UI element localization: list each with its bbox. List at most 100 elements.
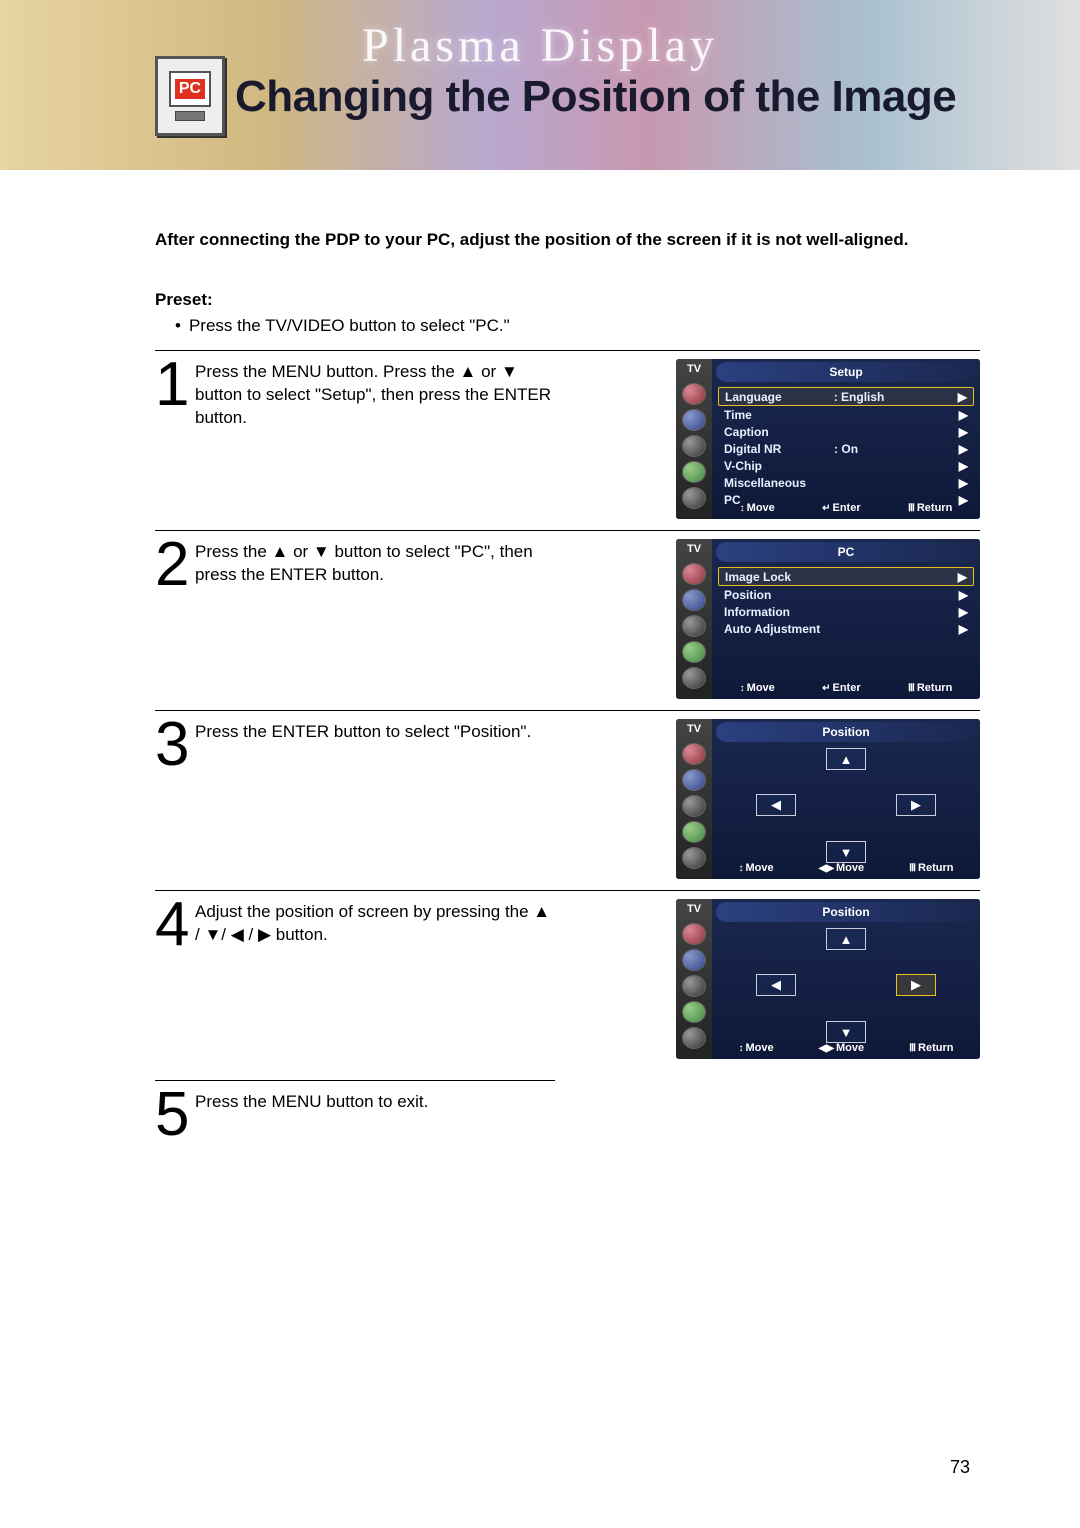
osd-sidebar-label: TV <box>687 543 701 555</box>
position-left-button[interactable]: ◀ <box>756 794 796 816</box>
position-up-button[interactable]: ▲ <box>826 748 866 770</box>
step-number: 2 <box>155 537 195 698</box>
osd-sidebar: TV <box>676 719 712 879</box>
intro-text: After connecting the PDP to your PC, adj… <box>155 230 980 250</box>
osd-pc-screenshot: TV PC Image Lock▶ Position▶ Information▶… <box>676 539 980 699</box>
step-text: Press the ENTER button to select "Positi… <box>195 717 531 878</box>
return-icon: Ⅲ <box>908 683 915 694</box>
content-area: After connecting the PDP to your PC, adj… <box>0 170 1080 1160</box>
leftright-icon: ◀▶ <box>819 1043 834 1054</box>
osd-title: PC <box>716 542 976 562</box>
osd-sidebar-icon <box>682 1027 706 1049</box>
osd-sidebar-icon <box>682 461 706 483</box>
up-icon: ▲ <box>840 932 853 947</box>
enter-icon: ↵ <box>822 503 830 514</box>
position-right-button[interactable]: ▶ <box>896 974 936 996</box>
osd-main: PC Image Lock▶ Position▶ Information▶ Au… <box>712 539 980 699</box>
position-left-button[interactable]: ◀ <box>756 974 796 996</box>
updown-icon: ↕ <box>740 503 745 514</box>
osd-row-auto-adjust[interactable]: Auto Adjustment▶ <box>718 620 974 637</box>
osd-sidebar-icon <box>682 949 706 971</box>
return-icon: Ⅲ <box>909 863 916 874</box>
osd-sidebar-icon <box>682 847 706 869</box>
osd-sidebar-label: TV <box>687 363 701 375</box>
osd-sidebar-icon <box>682 383 706 405</box>
osd-sidebar-label: TV <box>687 723 701 735</box>
return-icon: Ⅲ <box>909 1043 916 1054</box>
left-icon: ◀ <box>771 797 781 813</box>
osd-sidebar-icon <box>682 795 706 817</box>
step-text: Adjust the position of screen by pressin… <box>195 897 555 1058</box>
down-icon: ▼ <box>840 1025 853 1040</box>
updown-icon: ↕ <box>739 1043 744 1054</box>
osd-sidebar-icon <box>682 923 706 945</box>
osd-row-language[interactable]: Language: English▶ <box>718 387 974 406</box>
osd-setup-screenshot: TV Setup Language: English▶ Time▶ Captio… <box>676 359 980 519</box>
osd-row-image-lock[interactable]: Image Lock▶ <box>718 567 974 586</box>
preset-heading: Preset: <box>155 290 980 310</box>
osd-sidebar: TV <box>676 539 712 699</box>
down-icon: ▼ <box>840 845 853 860</box>
osd-main: Setup Language: English▶ Time▶ Caption▶ … <box>712 359 980 519</box>
step-number: 1 <box>155 357 195 518</box>
osd-sidebar: TV <box>676 899 712 1059</box>
right-icon: ▶ <box>911 977 921 993</box>
pc-badge: PC <box>175 79 205 99</box>
osd-sidebar: TV <box>676 359 712 519</box>
page-number: 73 <box>950 1457 970 1478</box>
page-title: Changing the Position of the Image <box>235 72 956 122</box>
preset-text: Press the TV/VIDEO button to select "PC.… <box>189 316 510 336</box>
position-pad: ▲ ▼ ◀ ▶ <box>756 748 936 863</box>
up-icon: ▲ <box>840 752 853 767</box>
left-icon: ◀ <box>771 977 781 993</box>
osd-title: Position <box>716 722 976 742</box>
pc-base-icon <box>175 111 205 121</box>
step-2: 2 Press the ▲ or ▼ button to select "PC"… <box>155 530 980 710</box>
osd-sidebar-icon <box>682 975 706 997</box>
step-4: 4 Adjust the position of screen by press… <box>155 890 980 1070</box>
osd-row-misc[interactable]: Miscellaneous▶ <box>718 474 974 491</box>
osd-sidebar-icon <box>682 1001 706 1023</box>
osd-sidebar-icon <box>682 641 706 663</box>
osd-row-digital-nr[interactable]: Digital NR: On▶ <box>718 440 974 457</box>
osd-sidebar-icon <box>682 821 706 843</box>
preset-instruction: • Press the TV/VIDEO button to select "P… <box>175 316 980 336</box>
position-right-button[interactable]: ▶ <box>896 794 936 816</box>
updown-icon: ↕ <box>739 863 744 874</box>
right-icon: ▶ <box>911 797 921 813</box>
bullet-icon: • <box>175 316 181 336</box>
leftright-icon: ◀▶ <box>819 863 834 874</box>
return-icon: Ⅲ <box>908 503 915 514</box>
osd-sidebar-label: TV <box>687 903 701 915</box>
osd-row-vchip[interactable]: V-Chip▶ <box>718 457 974 474</box>
osd-footer: ↕Move ↵Enter ⅢReturn <box>712 499 980 517</box>
osd-sidebar-icon <box>682 435 706 457</box>
osd-title: Setup <box>716 362 976 382</box>
position-pad: ▲ ▼ ◀ ▶ <box>756 928 936 1043</box>
osd-sidebar-icon <box>682 409 706 431</box>
osd-row-time[interactable]: Time▶ <box>718 406 974 423</box>
osd-row-caption[interactable]: Caption▶ <box>718 423 974 440</box>
osd-sidebar-icon <box>682 589 706 611</box>
step-number: 5 <box>155 1087 195 1148</box>
step-3: 3 Press the ENTER button to select "Posi… <box>155 710 980 890</box>
osd-sidebar-icon <box>682 563 706 585</box>
osd-menu-list: Image Lock▶ Position▶ Information▶ Auto … <box>712 565 980 639</box>
osd-row-position[interactable]: Position▶ <box>718 586 974 603</box>
osd-footer: ↕Move ◀▶Move ⅢReturn <box>712 859 980 877</box>
step-text: Press the MENU button. Press the ▲ or ▼ … <box>195 357 555 518</box>
step-1: 1 Press the MENU button. Press the ▲ or … <box>155 350 980 530</box>
osd-main: Position ▲ ▼ ◀ ▶ ↕Move ◀▶Move ⅢReturn <box>712 719 980 879</box>
osd-position-screenshot: TV Position ▲ ▼ ◀ ▶ ↕Move ◀▶Move ⅢRe <box>676 899 980 1059</box>
osd-footer: ↕Move ↵Enter ⅢReturn <box>712 679 980 697</box>
osd-row-information[interactable]: Information▶ <box>718 603 974 620</box>
pc-source-icon: PC <box>155 56 225 136</box>
position-up-button[interactable]: ▲ <box>826 928 866 950</box>
osd-sidebar-icon <box>682 769 706 791</box>
osd-sidebar-icon <box>682 667 706 689</box>
osd-menu-list: Language: English▶ Time▶ Caption▶ Digita… <box>712 385 980 510</box>
osd-sidebar-icon <box>682 487 706 509</box>
enter-icon: ↵ <box>822 683 830 694</box>
osd-main: Position ▲ ▼ ◀ ▶ ↕Move ◀▶Move ⅢReturn <box>712 899 980 1059</box>
step-text: Press the MENU button to exit. <box>195 1087 428 1148</box>
